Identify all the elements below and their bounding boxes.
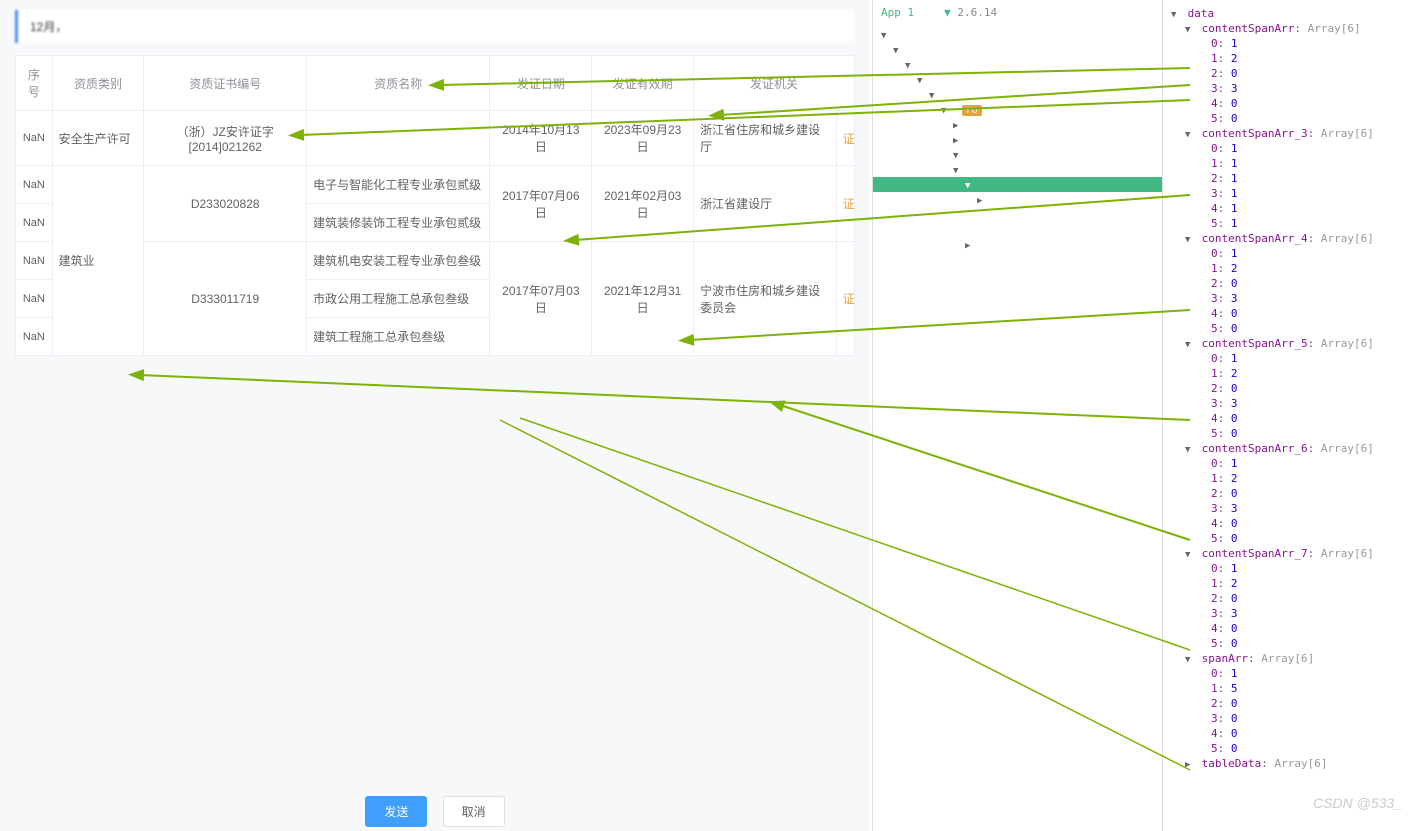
tree-node[interactable]: ▶ [873, 192, 1162, 207]
table-row: NaN安全生产许可（浙）JZ安许证字[2014]0212622014年10月13… [16, 111, 855, 166]
data-table: 序号 资质类别 资质证书编号 资质名称 发证日期 发证有效期 发证机关 NaN安… [15, 55, 855, 356]
data-array-item[interactable]: 5: 0 [1171, 636, 1414, 651]
vue-version-badge: ▼ 2.6.14 [944, 6, 997, 19]
data-array-item[interactable]: 3: 0 [1171, 711, 1414, 726]
data-array-item[interactable]: 5: 0 [1171, 111, 1414, 126]
data-array-header[interactable]: ▼ contentSpanArr_6: Array[6] [1171, 441, 1414, 456]
data-array-item[interactable]: 3: 3 [1171, 606, 1414, 621]
data-array-item[interactable]: 2: 0 [1171, 696, 1414, 711]
data-array-item[interactable]: 5: 0 [1171, 321, 1414, 336]
data-array-item[interactable]: 1: 2 [1171, 471, 1414, 486]
devtools-component-tree[interactable]: App 1 ▼ 2.6.14 ▼ ▼ ▼ ▼ ▼ ▼ ro▶ ▶ ▼ ▼ ▼ ▶… [872, 0, 1162, 831]
data-array-item[interactable]: 0: 1 [1171, 666, 1414, 681]
data-array-item[interactable]: 2: 0 [1171, 66, 1414, 81]
app-name: App 1 [881, 6, 914, 19]
data-array-item[interactable]: 0: 1 [1171, 36, 1414, 51]
data-array-item[interactable]: 4: 1 [1171, 201, 1414, 216]
tree-node[interactable] [873, 222, 1162, 237]
data-array-header[interactable]: ▼ contentSpanArr_5: Array[6] [1171, 336, 1414, 351]
data-array-item[interactable]: 5: 0 [1171, 426, 1414, 441]
data-array-header[interactable]: ▶ tableData: Array[6] [1171, 756, 1414, 771]
tree-node[interactable]: ▼ [873, 162, 1162, 177]
col-issuer: 发证机关 [694, 56, 855, 111]
table-row: NaN建筑业D233020828电子与智能化工程专业承包贰级2017年07月06… [16, 166, 855, 204]
data-array-item[interactable]: 3: 3 [1171, 81, 1414, 96]
data-array-item[interactable]: 0: 1 [1171, 246, 1414, 261]
data-array-item[interactable]: 2: 0 [1171, 276, 1414, 291]
resize-handle-icon[interactable]: ‹ [1162, 416, 1165, 432]
data-array-item[interactable]: 5: 0 [1171, 531, 1414, 546]
col-certno: 资质证书编号 [144, 56, 307, 111]
data-array-item[interactable]: 2: 0 [1171, 591, 1414, 606]
data-array-header[interactable]: ▼ contentSpanArr: Array[6] [1171, 21, 1414, 36]
data-array-item[interactable]: 5: 0 [1171, 741, 1414, 756]
data-array-header[interactable]: ▼ contentSpanArr_4: Array[6] [1171, 231, 1414, 246]
col-seq: 序号 [16, 56, 53, 111]
tree-node[interactable]: ▶ [873, 132, 1162, 147]
data-array-item[interactable]: 4: 0 [1171, 411, 1414, 426]
tree-node[interactable]: ▼ [873, 177, 1162, 192]
data-array-item[interactable]: 3: 3 [1171, 291, 1414, 306]
header-text: 12月， [30, 20, 67, 34]
data-array-item[interactable]: 4: 0 [1171, 96, 1414, 111]
col-validdate: 发证有效期 [592, 56, 694, 111]
data-array-item[interactable]: 1: 5 [1171, 681, 1414, 696]
tree-node[interactable]: ▼ [873, 42, 1162, 57]
devtools-app-header: App 1 ▼ 2.6.14 [873, 4, 1162, 21]
tree-node[interactable]: ▼ [873, 72, 1162, 87]
tree-node[interactable]: ▼ [873, 87, 1162, 102]
data-array-item[interactable]: 0: 1 [1171, 141, 1414, 156]
table-header-row: 序号 资质类别 资质证书编号 资质名称 发证日期 发证有效期 发证机关 [16, 56, 855, 111]
data-array-header[interactable]: ▼ contentSpanArr_7: Array[6] [1171, 546, 1414, 561]
data-array-item[interactable]: 3: 3 [1171, 501, 1414, 516]
data-array-item[interactable]: 0: 1 [1171, 561, 1414, 576]
data-array-item[interactable]: 3: 3 [1171, 396, 1414, 411]
tree-node[interactable]: ▼ [873, 147, 1162, 162]
tree-node[interactable]: ▶ [873, 117, 1162, 132]
page-header: 12月， [15, 10, 855, 43]
table-container: 序号 资质类别 资质证书编号 资质名称 发证日期 发证有效期 发证机关 NaN安… [15, 55, 855, 356]
data-array-item[interactable]: 2: 1 [1171, 171, 1414, 186]
data-array-item[interactable]: 1: 1 [1171, 156, 1414, 171]
col-name: 资质名称 [307, 56, 490, 111]
tree-node[interactable]: ▼ [873, 57, 1162, 72]
data-array-item[interactable]: 4: 0 [1171, 516, 1414, 531]
data-array-item[interactable]: 1: 2 [1171, 366, 1414, 381]
tree-node[interactable] [873, 207, 1162, 222]
col-type: 资质类别 [52, 56, 144, 111]
footer-buttons: 发送 取消 [0, 796, 870, 827]
col-issuedate: 发证日期 [490, 56, 592, 111]
data-array-item[interactable]: 0: 1 [1171, 456, 1414, 471]
watermark: CSDN @533_ [1313, 795, 1402, 811]
data-root[interactable]: ▼ data [1171, 6, 1414, 21]
data-array-header[interactable]: ▼ spanArr: Array[6] [1171, 651, 1414, 666]
data-array-item[interactable]: 4: 0 [1171, 621, 1414, 636]
tree-node[interactable]: ▼ [873, 27, 1162, 42]
data-array-item[interactable]: 2: 0 [1171, 486, 1414, 501]
component-tree[interactable]: ▼ ▼ ▼ ▼ ▼ ▼ ro▶ ▶ ▼ ▼ ▼ ▶ ▶ [873, 27, 1162, 252]
data-array-item[interactable]: 4: 0 [1171, 726, 1414, 741]
data-array-item[interactable]: 2: 0 [1171, 381, 1414, 396]
data-array-item[interactable]: 1: 2 [1171, 51, 1414, 66]
main-content: 12月， 序号 资质类别 资质证书编号 资质名称 发证日期 发证有效期 发证机关… [0, 0, 870, 831]
data-array-item[interactable]: 4: 0 [1171, 306, 1414, 321]
data-array-item[interactable]: 5: 1 [1171, 216, 1414, 231]
submit-button[interactable]: 发送 [365, 796, 427, 827]
data-array-item[interactable]: 1: 2 [1171, 261, 1414, 276]
tree-node[interactable]: ▶ [873, 237, 1162, 252]
devtools-data-panel[interactable]: ▼ data ▼ contentSpanArr: Array[6]0: 11: … [1162, 0, 1422, 831]
data-array-item[interactable]: 1: 2 [1171, 576, 1414, 591]
data-array-item[interactable]: 0: 1 [1171, 351, 1414, 366]
cancel-button[interactable]: 取消 [443, 796, 505, 827]
data-array-header[interactable]: ▼ contentSpanArr_3: Array[6] [1171, 126, 1414, 141]
tree-node[interactable]: ▼ ro [873, 102, 1162, 117]
data-array-item[interactable]: 3: 1 [1171, 186, 1414, 201]
